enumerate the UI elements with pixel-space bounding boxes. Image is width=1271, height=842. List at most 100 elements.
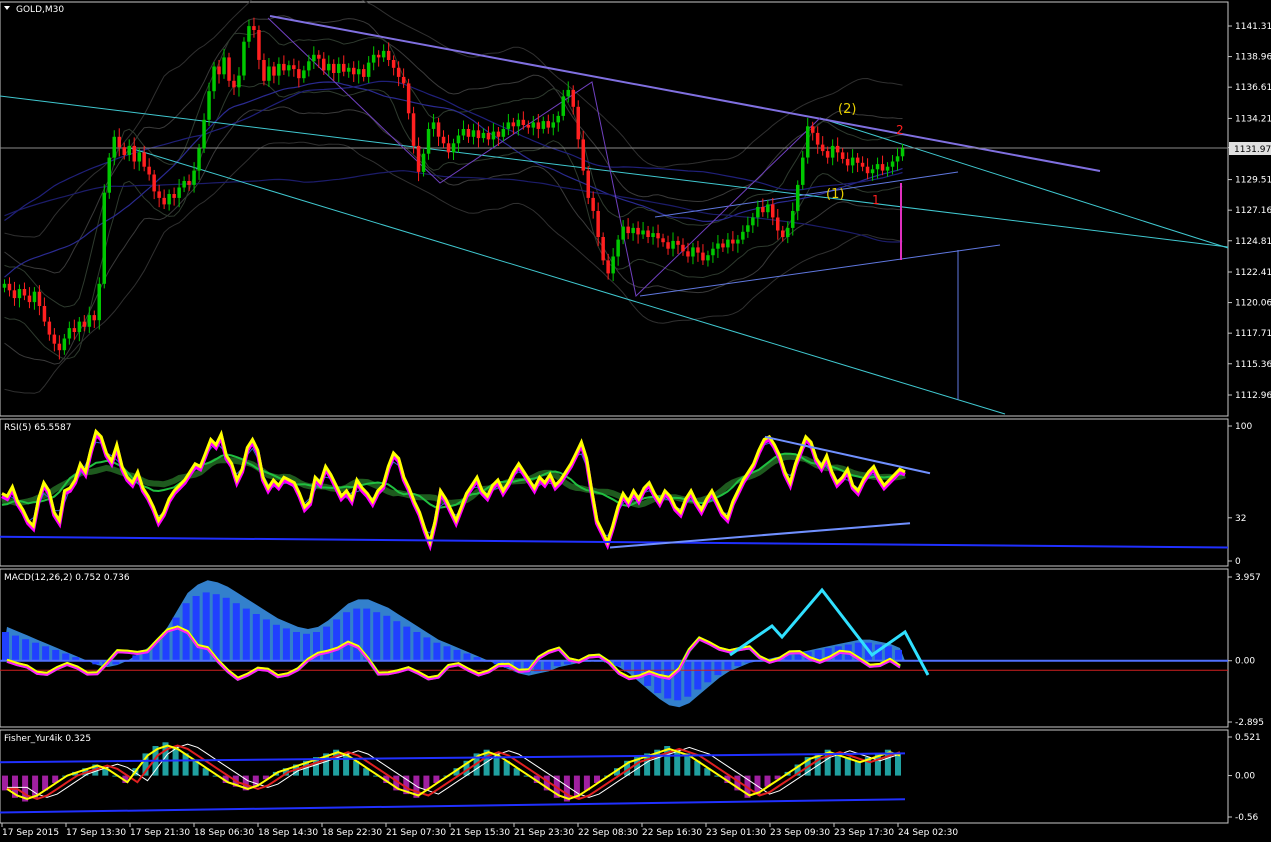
candle-body <box>362 69 366 77</box>
candle-body <box>27 295 32 303</box>
macd-bar <box>453 649 461 661</box>
candle-body <box>726 239 730 248</box>
price-tick-label: 1112.96 <box>1235 391 1271 401</box>
candle-body <box>337 63 341 73</box>
candle-body <box>741 231 745 240</box>
candle-body <box>646 230 650 237</box>
candle-body <box>112 136 116 158</box>
candle-body <box>636 227 640 235</box>
fisher-tick-label: -0.56 <box>1235 813 1259 823</box>
candle-body <box>611 256 615 274</box>
candle-body <box>371 54 376 63</box>
candle-body <box>776 217 780 231</box>
candle-body <box>416 145 421 172</box>
candle-body <box>446 143 451 153</box>
macd-bar <box>684 660 692 697</box>
candle-body <box>127 145 131 155</box>
candle-body <box>746 225 750 232</box>
candle-body <box>461 129 466 136</box>
candle-body <box>17 289 22 299</box>
candle-body <box>536 122 541 129</box>
candle-body <box>347 67 351 72</box>
candle-body <box>511 122 516 127</box>
candle-body <box>731 239 735 244</box>
candle-body <box>621 226 625 240</box>
candle-body <box>42 306 47 322</box>
time-tick-label: 22 Sep 16:30 <box>642 828 702 838</box>
candle-body <box>32 291 37 303</box>
time-tick-label: 17 Sep 2015 <box>2 828 59 838</box>
candle-body <box>307 61 311 71</box>
macd-bar <box>433 642 441 661</box>
candle-body <box>756 207 760 218</box>
candle-body <box>92 315 96 321</box>
candle-body <box>426 129 431 154</box>
candle-body <box>855 157 860 163</box>
time-tick-label: 17 Sep 13:30 <box>66 828 126 838</box>
candle-body <box>601 237 605 261</box>
wave-label-2-lower: 2 <box>896 123 904 137</box>
candle-body <box>711 248 715 256</box>
candle-body <box>187 181 191 185</box>
candle-body <box>287 65 291 71</box>
fisher-tick-label: 0.521 <box>1235 733 1261 743</box>
wave-label-1-lower: 1 <box>872 193 880 207</box>
candle-body <box>436 122 441 137</box>
candle-body <box>840 152 845 159</box>
candle-body <box>252 26 256 30</box>
candle-body <box>12 290 17 299</box>
candle-body <box>581 139 585 171</box>
time-tick-label: 23 Sep 17:30 <box>834 828 894 838</box>
candle-body <box>900 148 905 157</box>
candle-body <box>521 119 526 125</box>
candle-body <box>391 60 396 68</box>
candle-body <box>651 233 655 237</box>
macd-bar <box>272 624 280 661</box>
candle-body <box>441 136 446 144</box>
time-tick-label: 24 Sep 02:30 <box>898 828 958 838</box>
candle-body <box>297 69 301 79</box>
candle-body <box>596 211 600 237</box>
candle-body <box>686 251 690 257</box>
fisher-tick-label: 0.00 <box>1235 772 1255 782</box>
candle-body <box>102 192 106 284</box>
candle-body <box>606 260 610 274</box>
macd-bar <box>232 603 240 661</box>
candle-body <box>132 145 136 162</box>
price-tick-label: 1138.96 <box>1235 53 1271 63</box>
trading-chart[interactable]: 1141.31 1138.96 1136.61 1134.21 1131.97 1129.… <box>0 0 1271 842</box>
time-tick-label: 17 Sep 21:30 <box>130 828 190 838</box>
candle-body <box>456 135 461 144</box>
candle-body <box>820 144 825 152</box>
fisher-title: Fisher_Yur4ik 0.325 <box>4 734 91 744</box>
candle-body <box>431 122 436 129</box>
candle-body <box>137 152 141 162</box>
candle-body <box>172 194 176 198</box>
macd-bar <box>323 626 331 661</box>
candle-body <box>496 131 501 137</box>
candle-body <box>122 147 126 155</box>
fisher-bar <box>674 749 681 776</box>
candle-body <box>586 170 590 198</box>
time-tick-label: 21 Sep 07:30 <box>386 828 446 838</box>
candle-body <box>531 122 536 128</box>
price-tick-label: 1120.06 <box>1235 299 1271 309</box>
candle-body <box>721 243 725 248</box>
candle-body <box>471 130 476 137</box>
time-tick-label: 18 Sep 06:30 <box>194 828 254 838</box>
candle-body <box>696 247 700 253</box>
candle-body <box>312 54 316 62</box>
candle-body <box>262 60 266 81</box>
macd-bar <box>62 653 70 661</box>
symbol-title[interactable]: GOLD,M30 <box>16 5 64 15</box>
candle-body <box>815 132 820 145</box>
candle-body <box>257 30 261 60</box>
candle-body <box>77 321 82 332</box>
candle-body <box>801 157 805 185</box>
candle-body <box>282 63 286 71</box>
candle-body <box>142 152 146 167</box>
candle-body <box>631 227 635 234</box>
candle-body <box>152 174 156 192</box>
price-tick-label: 1134.21 <box>1235 114 1271 124</box>
time-tick-label: 23 Sep 01:30 <box>706 828 766 838</box>
